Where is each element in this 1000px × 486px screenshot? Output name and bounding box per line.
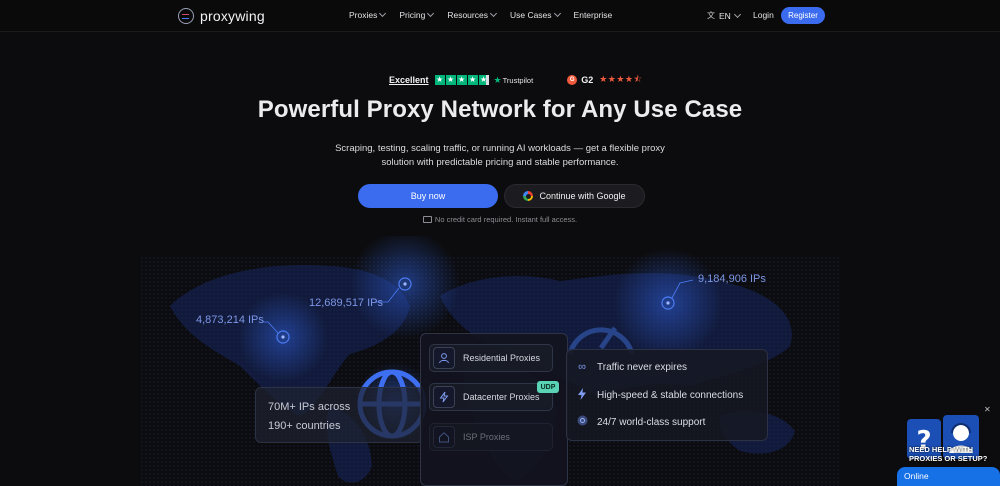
- register-button[interactable]: Register: [781, 7, 825, 24]
- ip-count-stat: 70M+ IPs across: [268, 401, 351, 413]
- logo-text: proxywing: [200, 8, 265, 24]
- logo-icon: [178, 8, 194, 24]
- no-credit-card-note: No credit card required. Instant full ac…: [0, 215, 1000, 224]
- hero-subtext: Scraping, testing, scaling traffic, or r…: [300, 142, 700, 170]
- logo[interactable]: proxywing: [178, 8, 265, 24]
- language-label: EN: [719, 10, 731, 21]
- nav-pricing-label: Pricing: [399, 10, 426, 20]
- language-selector[interactable]: 文 EN: [707, 10, 741, 21]
- star-icon: ★: [467, 75, 478, 85]
- nav-use-cases[interactable]: Use Cases: [509, 9, 561, 20]
- features-card: ∞ Traffic never expires High-speed & sta…: [566, 349, 768, 441]
- feature-label: Traffic never expires: [597, 361, 688, 373]
- chevron-down-icon: [733, 10, 741, 18]
- product-label: ISP Proxies: [463, 432, 510, 442]
- nav-enterprise[interactable]: Enterprise: [574, 10, 613, 20]
- google-icon: [523, 191, 534, 201]
- trustpilot-star-icon: ★: [493, 74, 502, 85]
- main-nav: Proxies Pricing Resources Use Cases Ente…: [349, 9, 613, 20]
- page: proxywing Proxies Pricing Resources Use …: [0, 0, 1000, 486]
- g2-icon: G: [567, 75, 578, 85]
- infinity-icon: ∞: [578, 361, 586, 373]
- hero-subtext-line-1: Scraping, testing, scaling traffic, or r…: [335, 143, 665, 154]
- continue-with-google-button[interactable]: Continue with Google: [504, 184, 645, 208]
- credit-card-icon: [422, 216, 432, 223]
- ratings-bar: Excellent ★ ★ ★ ★ ★ ★ Trustpilot G G2 ★★★…: [389, 72, 643, 88]
- login-link[interactable]: Login: [753, 10, 774, 20]
- g2-stars: ★★★★⯪: [599, 74, 643, 84]
- feature-item: 24/7 world-class support: [575, 415, 705, 429]
- nav-proxies[interactable]: Proxies: [349, 9, 387, 20]
- nav-proxies-label: Proxies: [349, 10, 378, 20]
- trustpilot-stars: ★ ★ ★ ★ ★: [434, 75, 490, 85]
- bolt-icon: [433, 386, 455, 408]
- lightning-icon: [575, 388, 589, 403]
- star-icon: ★: [434, 75, 445, 85]
- nav-resources-label: Resources: [447, 10, 488, 20]
- feature-label: High-speed & stable connections: [597, 390, 744, 401]
- product-isp-proxies[interactable]: ISP Proxies: [429, 423, 553, 451]
- google-button-label: Continue with Google: [539, 191, 626, 201]
- support-icon: [575, 415, 589, 429]
- star-icon: ★: [445, 75, 456, 85]
- home-icon: [433, 426, 455, 448]
- chevron-down-icon: [379, 9, 387, 18]
- countries-stat: 190+ countries: [268, 420, 341, 432]
- udp-badge: UDP: [537, 381, 559, 393]
- top-navbar: proxywing Proxies Pricing Resources Use …: [0, 0, 1000, 32]
- trustpilot-rating-label[interactable]: Excellent: [389, 75, 429, 85]
- user-icon: [433, 347, 455, 369]
- product-label: Residential Proxies: [463, 353, 541, 363]
- online-status-button[interactable]: Online: [897, 467, 1000, 486]
- trustpilot-logo: ★ Trustpilot: [494, 75, 534, 86]
- chevron-down-icon: [427, 9, 435, 18]
- trustpilot-brand: Trustpilot: [502, 75, 534, 85]
- nav-pricing[interactable]: Pricing: [399, 9, 435, 20]
- no-card-text: No credit card required. Instant full ac…: [434, 215, 578, 224]
- ip-count-label: 12,689,517 IPs: [309, 297, 384, 309]
- feature-label: 24/7 world-class support: [597, 416, 706, 428]
- ip-count-label: 4,873,214 IPs: [196, 314, 264, 326]
- g2-label[interactable]: G2: [581, 75, 593, 85]
- support-widget-title[interactable]: NEED HELP WITH PROXIES OR SETUP?: [909, 445, 997, 463]
- ip-count-label: 9,184,906 IPs: [698, 273, 766, 285]
- coverage-stats-card: 70M+ IPs across 190+ countries: [255, 387, 423, 443]
- buy-now-button[interactable]: Buy now: [358, 184, 498, 208]
- hero-subtext-line-2: solution with predictable pricing and st…: [381, 157, 619, 168]
- feature-item: ∞ Traffic never expires: [575, 361, 687, 373]
- nav-enterprise-label: Enterprise: [573, 10, 613, 20]
- close-icon[interactable]: ✕: [984, 405, 991, 414]
- product-residential-proxies[interactable]: Residential Proxies: [429, 344, 553, 372]
- nav-use-cases-label: Use Cases: [509, 10, 552, 20]
- nav-resources[interactable]: Resources: [447, 9, 498, 20]
- star-icon: ★: [478, 75, 489, 85]
- chevron-down-icon: [553, 9, 561, 18]
- star-icon: ★: [456, 75, 467, 85]
- chevron-down-icon: [489, 9, 498, 18]
- feature-item: High-speed & stable connections: [575, 388, 743, 403]
- translate-icon: 文: [707, 11, 715, 20]
- page-title: Powerful Proxy Network for Any Use Case: [257, 96, 743, 123]
- product-datacenter-proxies[interactable]: Datacenter Proxies: [429, 383, 553, 411]
- products-card: Residential Proxies Datacenter Proxies I…: [420, 333, 568, 486]
- product-label: Datacenter Proxies: [463, 392, 540, 402]
